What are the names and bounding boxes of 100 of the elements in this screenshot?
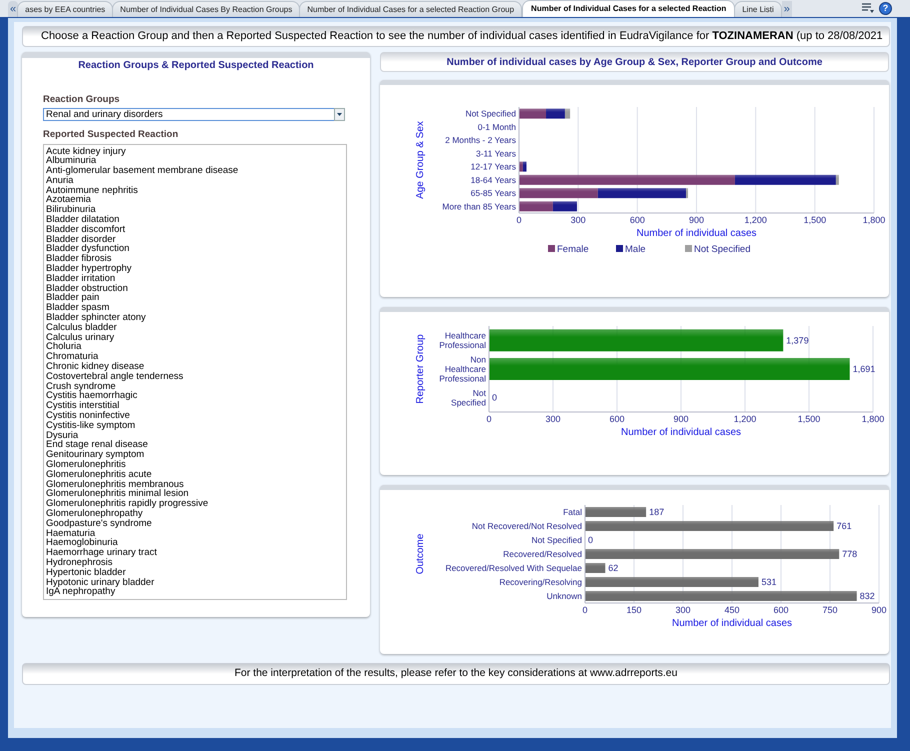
- scroll-right-button[interactable]: »: [782, 1, 792, 17]
- axis-tick-label: 1,500: [798, 414, 820, 424]
- list-option[interactable]: Glomerulonephritis acute: [46, 470, 346, 480]
- value-label: 1,691: [852, 364, 876, 374]
- tab[interactable]: ases by EEA countries: [17, 1, 114, 17]
- axis-tick-label: 150: [626, 605, 642, 615]
- field-label: Reported Suspected Reaction: [43, 128, 180, 142]
- list-option[interactable]: Calculus bladder: [46, 322, 346, 333]
- axis-tick-label: 450: [724, 605, 740, 615]
- list-option[interactable]: End stage renal disease: [46, 440, 346, 450]
- list-option[interactable]: Anuria: [46, 176, 346, 186]
- list-option[interactable]: Haemoglobinuria: [46, 538, 346, 548]
- panel-title: Number of individual cases by Age Group & Sex, Reporter Group and Outcome: [446, 56, 822, 70]
- list-option[interactable]: Bladder spasm: [46, 303, 346, 314]
- legend-label: Male: [625, 244, 646, 255]
- axis-tick-label: 1,800: [862, 215, 886, 225]
- list-option[interactable]: Albuminuria: [46, 156, 346, 166]
- list-option[interactable]: IgA nephropathy: [46, 587, 346, 598]
- scroll-left-button[interactable]: «: [8, 1, 18, 17]
- help-button[interactable]: ?: [879, 2, 892, 15]
- list-option[interactable]: Bladder irritation: [46, 274, 346, 284]
- category-label: Recovered/Resolved With Sequelae: [445, 563, 582, 573]
- axis-tick-label: 1,800: [862, 414, 884, 424]
- axis-tick-label: 1,200: [744, 215, 767, 225]
- list-option[interactable]: Bladder fibrosis: [46, 254, 346, 264]
- list-option[interactable]: Haematuria: [46, 528, 346, 538]
- reaction-listbox[interactable]: [43, 144, 347, 600]
- list-option[interactable]: Cystitis noninfective: [46, 411, 346, 421]
- axis-tick-label: 0: [516, 215, 522, 225]
- category-label: More than 85 Years: [442, 201, 516, 212]
- value-label: 531: [761, 577, 776, 587]
- value-label: 778: [842, 549, 858, 559]
- category-label: Fatal: [563, 507, 582, 517]
- list-option[interactable]: Bladder disorder: [46, 234, 346, 244]
- category-label: Not Specified: [451, 388, 486, 408]
- axis-title: Age Group & Sex: [415, 121, 426, 199]
- category-label: Unknown: [546, 591, 582, 601]
- list-option[interactable]: Genitourinary symptom: [46, 450, 346, 460]
- category-label: Not Specified: [465, 108, 516, 119]
- tab[interactable]: Line Listi: [734, 1, 782, 17]
- list-option[interactable]: Glomerulonephritis rapidly progressive: [46, 499, 346, 509]
- value-label: 1,379: [786, 335, 809, 346]
- category-label: 12-17 Years: [470, 162, 516, 172]
- axis-title: Number of individual cases: [636, 228, 757, 239]
- list-option[interactable]: Bladder obstruction: [46, 284, 346, 294]
- category-label: 65-85 Years: [470, 188, 516, 198]
- list-option[interactable]: Goodpasture's syndrome: [46, 518, 346, 529]
- list-option[interactable]: Acute kidney injury: [46, 146, 346, 156]
- axis-tick-label: 300: [545, 414, 561, 424]
- list-option[interactable]: Bladder dysfunction: [46, 244, 346, 254]
- axis-tick-label: 1,500: [804, 215, 826, 225]
- value-label: 62: [608, 563, 618, 573]
- list-menu-icon[interactable]: [862, 3, 874, 13]
- axis-tick-label: 600: [773, 605, 789, 615]
- list-option[interactable]: Haemorrhage urinary tract: [46, 548, 346, 558]
- list-option[interactable]: Costovertebral angle tenderness: [46, 372, 346, 382]
- category-label: 0-1 Month: [478, 122, 516, 132]
- list-option[interactable]: Cystitis interstitial: [46, 401, 346, 412]
- axis-tick-label: 900: [673, 414, 689, 424]
- list-option[interactable]: Bladder dilatation: [46, 215, 346, 225]
- list-option[interactable]: Calculus urinary: [46, 332, 346, 342]
- list-option[interactable]: Glomerulonephritis membranous: [46, 480, 346, 490]
- axis-tick-label: 0: [582, 605, 588, 615]
- list-option[interactable]: Bladder sphincter atony: [46, 313, 346, 323]
- list-option[interactable]: Hypotonic urinary bladder: [46, 578, 346, 588]
- category-label: Recovering/Resolving: [499, 577, 582, 587]
- axis-tick-label: 0: [486, 414, 492, 424]
- list-option[interactable]: Anti-glomerular basement membrane disease: [46, 166, 346, 176]
- value-label: 187: [649, 507, 664, 517]
- list-option[interactable]: Azotaemia: [46, 195, 346, 206]
- list-option[interactable]: Hydronephrosis: [46, 558, 346, 568]
- list-option[interactable]: Hypertonic bladder: [46, 568, 346, 578]
- tab[interactable]: Number of Individual Cases for a selected Reaction Group: [299, 1, 522, 17]
- axis-tick-label: 300: [675, 605, 691, 615]
- list-option[interactable]: Autoimmune nephritis: [46, 186, 346, 196]
- chart-bar: [519, 201, 553, 212]
- list-option[interactable]: Dysuria: [46, 430, 346, 440]
- reaction-group-dropdown[interactable]: Renal and urinary disorders: [43, 108, 344, 122]
- list-option[interactable]: Cystitis haemorrhagic: [46, 391, 346, 402]
- list-option[interactable]: Bladder hypertrophy: [46, 264, 346, 274]
- chart-bar: [552, 201, 577, 212]
- list-option[interactable]: Glomerulonephritis minimal lesion: [46, 489, 346, 500]
- axis-tick-label: 600: [609, 414, 625, 424]
- tab[interactable]: Number of Individual Cases By Reaction Groups: [112, 1, 300, 17]
- list-option[interactable]: Chromaturia: [46, 352, 346, 362]
- list-option[interactable]: Choluria: [46, 342, 346, 352]
- chart-bar: [585, 507, 646, 517]
- list-option[interactable]: Cystitis-like symptom: [46, 420, 346, 431]
- category-label: 3-11 Years: [476, 148, 516, 158]
- axis-tick-label: 750: [822, 605, 838, 615]
- category-label: 2 Months - 2 Years: [445, 135, 516, 146]
- list-option[interactable]: Chronic kidney disease: [46, 362, 346, 372]
- list-option[interactable]: Bilirubinuria: [46, 205, 346, 216]
- list-option[interactable]: Glomerulonephropathy: [46, 508, 346, 519]
- list-option[interactable]: Crush syndrome: [46, 382, 346, 392]
- tab[interactable]: Number of Individual Cases for a selected Reaction: [522, 0, 736, 17]
- list-option[interactable]: Bladder pain: [46, 293, 346, 304]
- axis-tick-label: 300: [570, 215, 586, 225]
- list-option[interactable]: Bladder discomfort: [46, 224, 346, 235]
- list-option[interactable]: Glomerulonephritis: [46, 460, 346, 470]
